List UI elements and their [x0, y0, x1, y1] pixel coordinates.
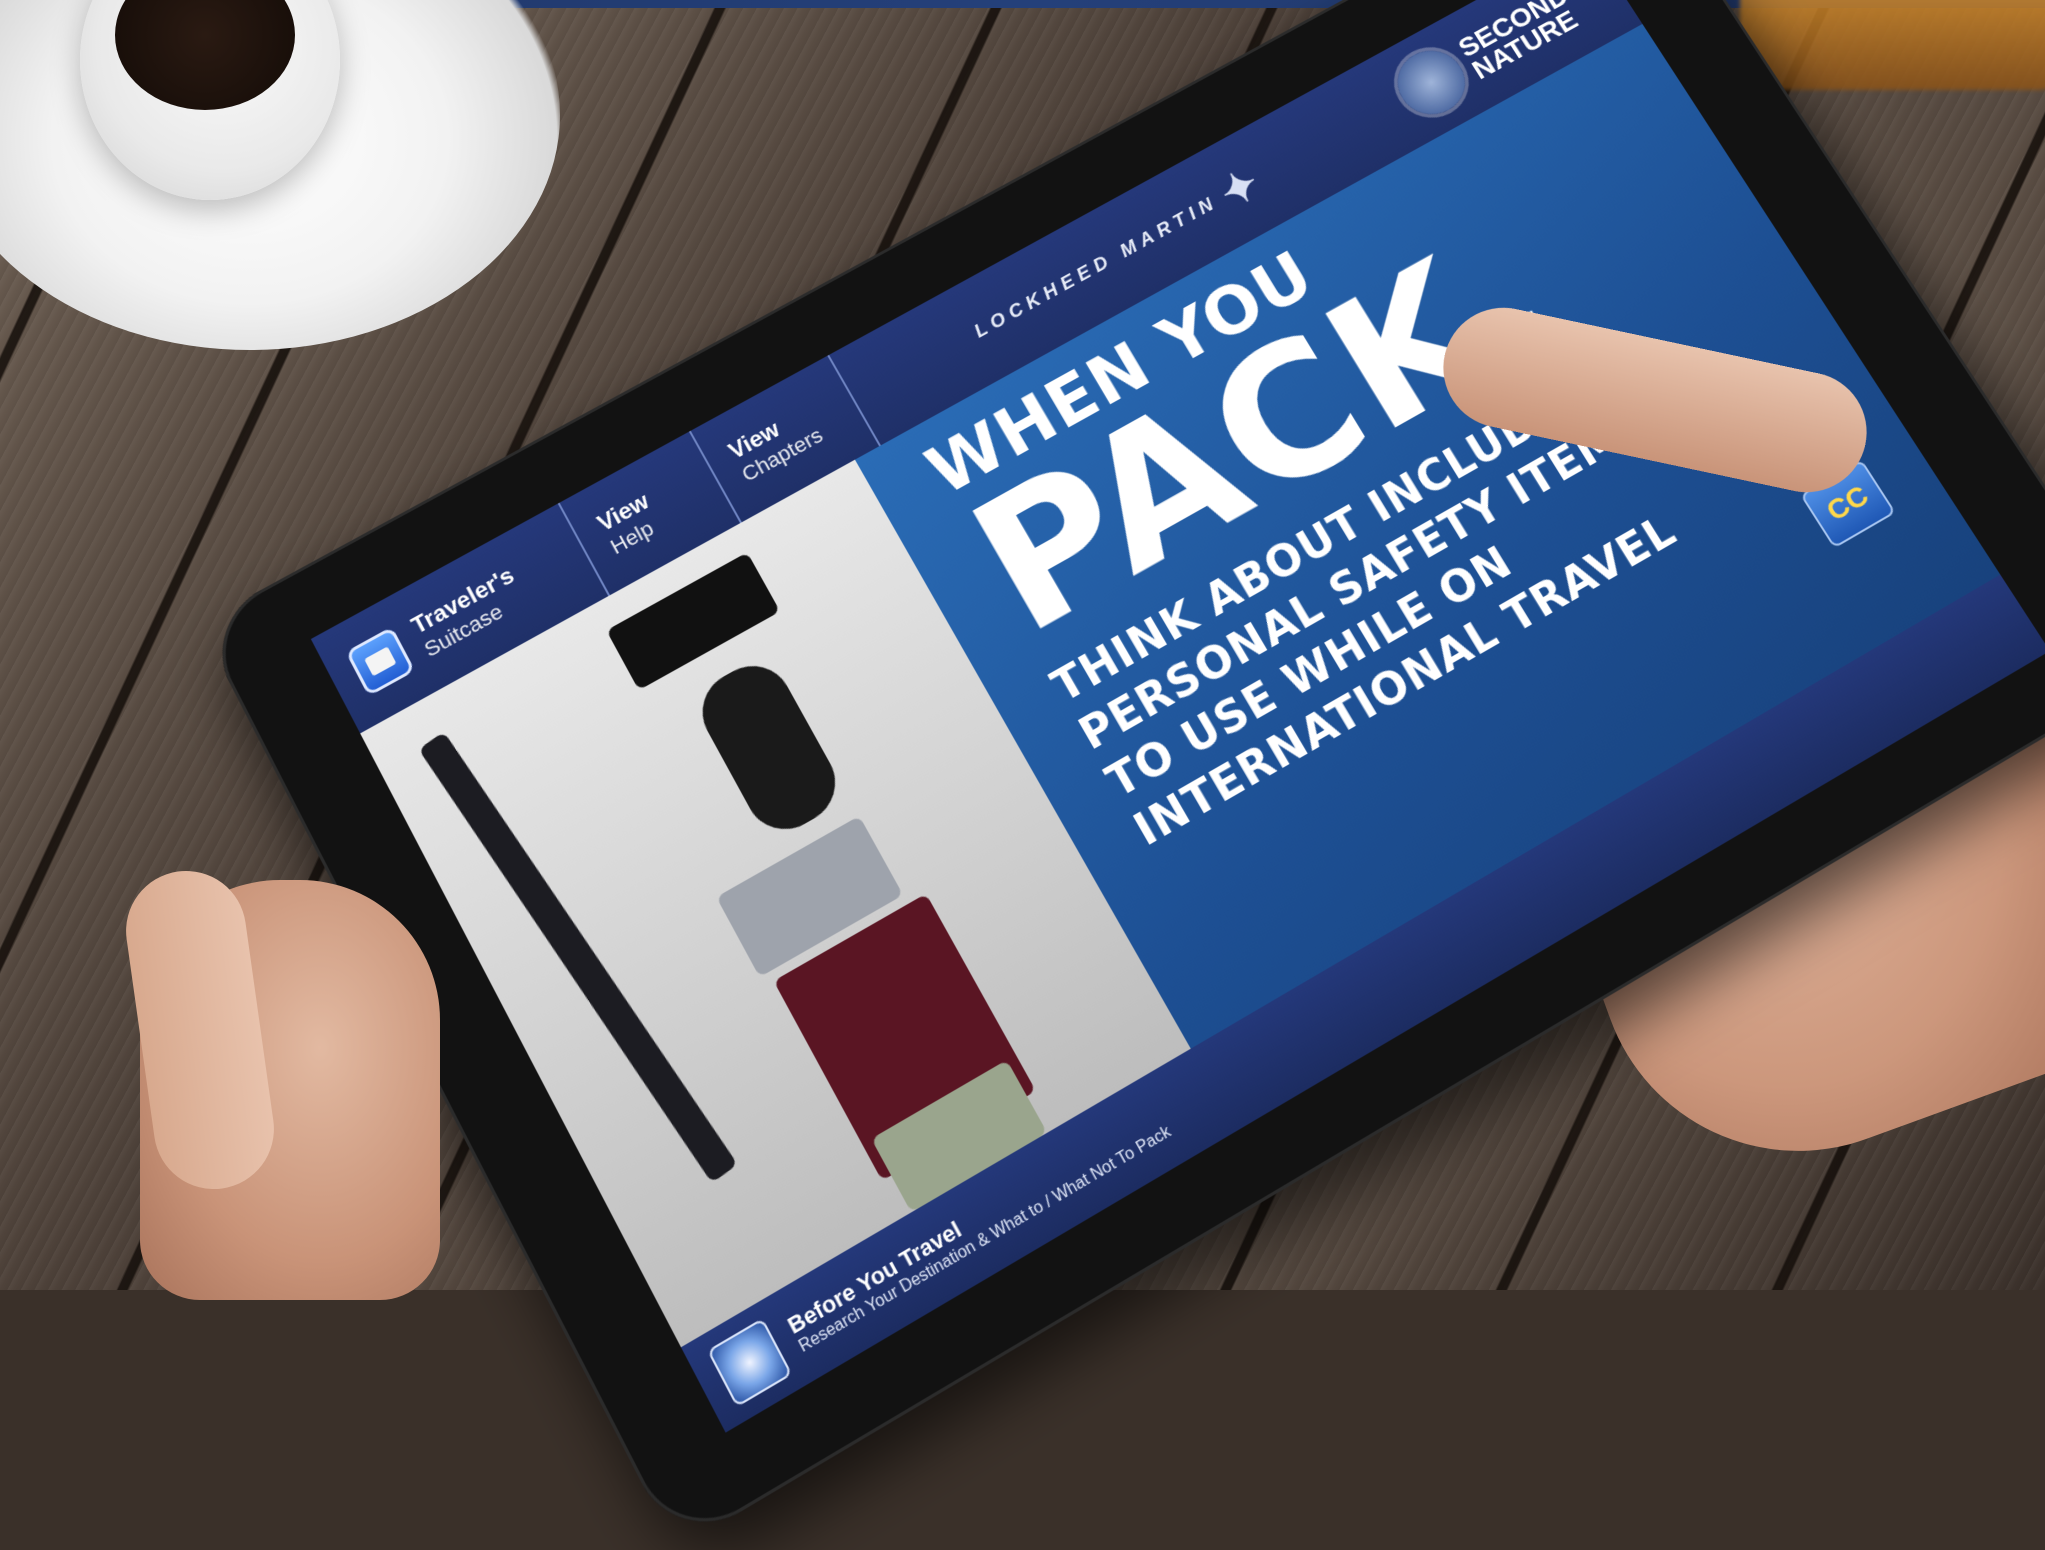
lanyard: [418, 731, 738, 1184]
background-object: [1740, 0, 2045, 90]
suitcase-icon: [345, 626, 416, 697]
phone-case: [688, 651, 850, 844]
globe-icon: [706, 1317, 793, 1408]
